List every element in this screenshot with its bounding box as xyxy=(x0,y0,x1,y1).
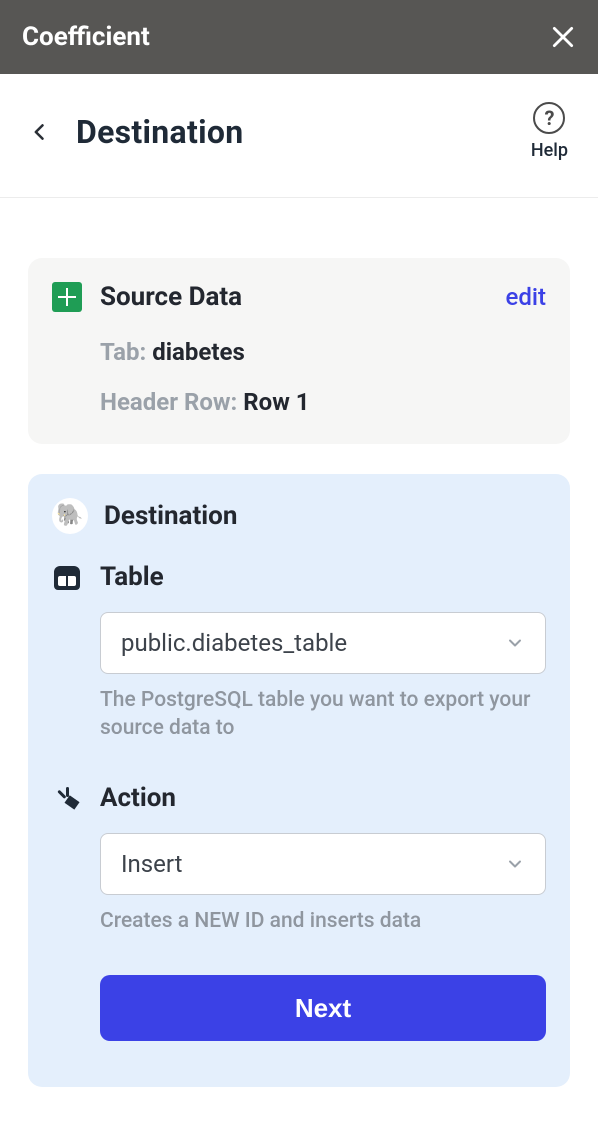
action-field-label: Action xyxy=(100,783,546,813)
source-tab-label: Tab: xyxy=(100,338,146,366)
help-icon: ? xyxy=(533,102,565,134)
table-icon xyxy=(54,566,80,590)
action-field-help: Creates a NEW ID and inserts data xyxy=(100,907,546,935)
table-field-help: The PostgreSQL table you want to export … xyxy=(100,686,546,743)
next-button[interactable]: Next xyxy=(100,975,546,1041)
page-title: Destination xyxy=(76,113,243,151)
back-button[interactable] xyxy=(30,117,50,147)
edit-source-link[interactable]: edit xyxy=(506,283,547,311)
help-button[interactable]: ? Help xyxy=(531,102,568,161)
chevron-left-icon xyxy=(30,117,50,147)
destination-title: Destination xyxy=(104,501,237,531)
chevron-down-icon xyxy=(505,854,525,874)
close-button[interactable] xyxy=(550,24,576,50)
spreadsheet-icon xyxy=(52,282,82,312)
app-title: Coefficient xyxy=(22,22,150,52)
table-select-value: public.diabetes_table xyxy=(121,629,347,657)
action-icon xyxy=(54,787,80,813)
table-field-label: Table xyxy=(100,562,546,592)
source-tab-row: Tab: diabetes xyxy=(100,338,546,366)
app-header: Coefficient xyxy=(0,0,598,74)
destination-card: 🐘 Destination Table public.diabetes_tabl… xyxy=(28,474,570,1087)
close-icon xyxy=(550,24,576,50)
action-field-block: Action Insert Creates a NEW ID and inser… xyxy=(52,783,546,935)
source-tab-value: diabetes xyxy=(152,338,245,366)
source-header-value: Row 1 xyxy=(243,388,309,416)
page-header-row: Destination ? Help xyxy=(0,74,598,198)
source-header-label: Header Row: xyxy=(100,388,237,416)
source-header-row: Header Row: Row 1 xyxy=(100,388,546,416)
source-data-card: Source Data edit Tab: diabetes Header Ro… xyxy=(28,258,570,444)
postgresql-icon: 🐘 xyxy=(52,498,88,534)
table-select[interactable]: public.diabetes_table xyxy=(100,612,546,674)
action-select[interactable]: Insert xyxy=(100,833,546,895)
chevron-down-icon xyxy=(505,633,525,653)
source-data-title: Source Data xyxy=(100,282,242,312)
action-select-value: Insert xyxy=(121,850,182,878)
help-label: Help xyxy=(531,140,568,161)
table-field-block: Table public.diabetes_table The PostgreS… xyxy=(52,562,546,743)
